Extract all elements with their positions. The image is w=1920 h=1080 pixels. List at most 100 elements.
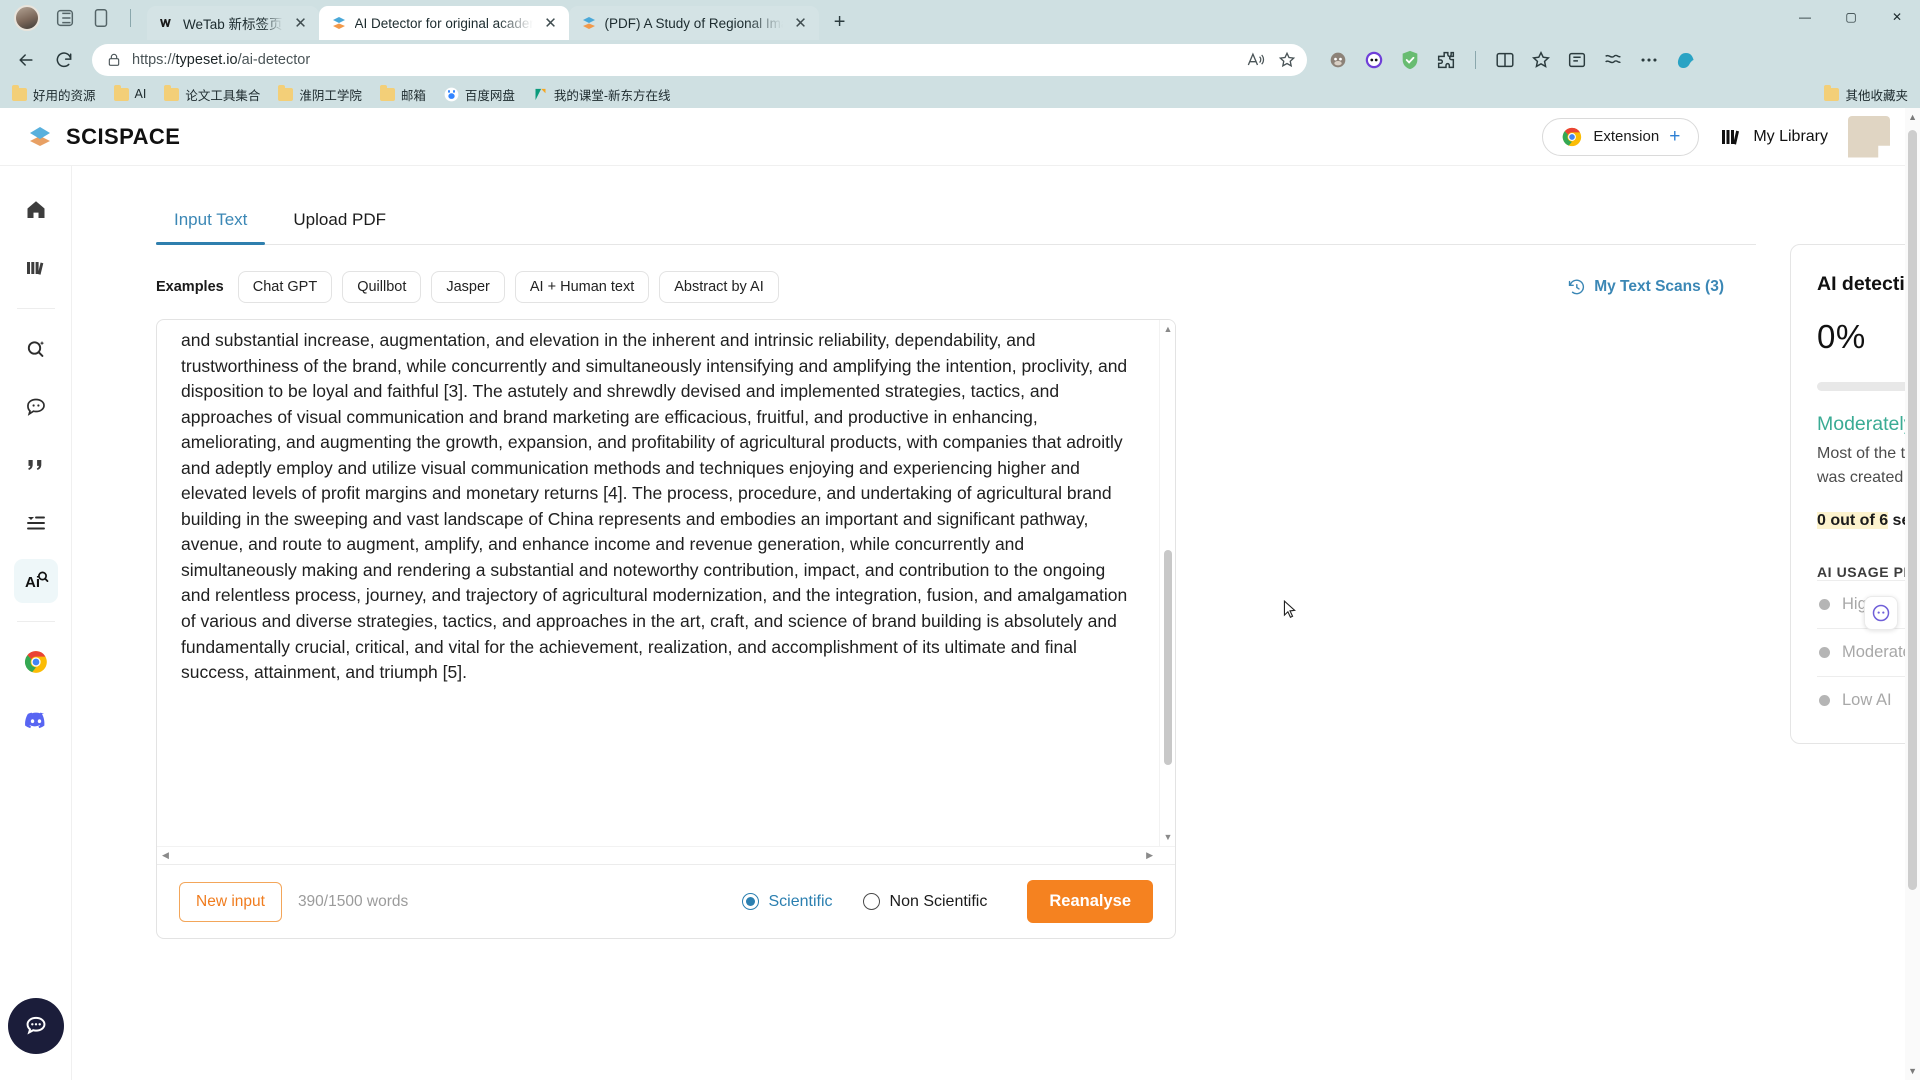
address-bar[interactable]: https://typeset.io/ai-detector <box>92 44 1307 76</box>
my-text-scans-label: My Text Scans (3) <box>1594 278 1724 295</box>
sentences-highlight: 0 out of 6 <box>1817 512 1889 529</box>
vertical-tabs-icon[interactable] <box>90 7 112 29</box>
radio-non-scientific[interactable]: Non Scientific <box>862 892 988 911</box>
star-icon[interactable] <box>1277 50 1297 70</box>
sidebar-item-citation-generator[interactable] <box>14 443 58 487</box>
sidebar-item-literature-review[interactable] <box>14 327 58 371</box>
reanalyse-button[interactable]: Reanalyse <box>1027 880 1153 923</box>
page-scroll-thumb[interactable] <box>1908 130 1917 890</box>
page-scroll-down-arrow-icon[interactable]: ▼ <box>1908 1066 1917 1076</box>
folder-icon <box>1824 84 1840 101</box>
tab-upload-pdf[interactable]: Upload PDF <box>275 200 404 244</box>
tab-close-icon[interactable]: ✕ <box>291 13 311 33</box>
scispace-logo-icon <box>30 126 50 146</box>
tab-input-text[interactable]: Input Text <box>156 200 266 245</box>
example-chip-jasper[interactable]: Jasper <box>431 271 505 303</box>
editor-scroll-thumb[interactable] <box>1164 550 1172 765</box>
sidebar-item-ai-detector[interactable]: Ai <box>13 559 58 603</box>
chat-support-button[interactable] <box>7 998 64 1054</box>
editor-footer: New input 390/1500 words Scientific Non … <box>157 864 1175 938</box>
chrome-icon <box>1562 127 1582 146</box>
bookmark-item[interactable]: AI <box>113 84 147 101</box>
sidebar-item-chat-pdf[interactable] <box>14 385 58 429</box>
svg-text:Ai: Ai <box>25 574 40 591</box>
bookmark-item[interactable]: 淮阴工学院 <box>278 84 362 104</box>
avatar[interactable] <box>1848 115 1890 158</box>
tabstrip-divider <box>130 9 131 27</box>
my-library-label: My Library <box>1753 127 1828 145</box>
example-chip-quillbot[interactable]: Quillbot <box>342 271 422 303</box>
address-bar-actions <box>1245 50 1297 70</box>
bookmark-item[interactable]: 我的课堂-新东方在线 <box>533 85 671 104</box>
other-bookmarks-folder[interactable]: 其他收藏夹 <box>1824 84 1908 104</box>
page-scroll-up-arrow-icon[interactable]: ▲ <box>1908 112 1917 122</box>
my-library-button[interactable]: My Library <box>1719 125 1828 149</box>
list-indent-icon <box>26 516 45 530</box>
browser-essentials-icon[interactable] <box>1602 49 1624 71</box>
bookmark-item[interactable]: 论文工具集合 <box>164 84 261 104</box>
bookmark-item[interactable]: 邮箱 <box>379 84 426 104</box>
browser-tab[interactable]: WeTab 新标签页 ✕ <box>147 6 319 40</box>
text-type-radio-group: Scientific Non Scientific <box>741 892 988 911</box>
tab-title: AI Detector for original academic <box>354 15 533 31</box>
page-tabs: Input Text Upload PDF <box>156 200 1756 245</box>
radio-non-scientific-label: Non Scientific <box>889 892 988 910</box>
extension-button[interactable]: Extension + <box>1542 117 1700 156</box>
adguard-shield-icon[interactable] <box>1399 49 1421 71</box>
bookmark-item[interactable]: 百度网盘 <box>444 85 515 104</box>
back-icon[interactable] <box>10 44 42 76</box>
tab-close-icon[interactable]: ✕ <box>541 13 561 33</box>
tab-search-collections-icon[interactable] <box>54 7 76 29</box>
profile-avatar-icon[interactable] <box>14 5 40 31</box>
favorites-icon[interactable] <box>1530 49 1552 71</box>
scroll-right-arrow-icon[interactable]: ▶ <box>1146 850 1153 861</box>
bookmark-label: 邮箱 <box>400 88 426 103</box>
browser-tab-active[interactable]: AI Detector for original academic ✕ <box>318 6 569 40</box>
copilot-icon[interactable] <box>1674 48 1698 72</box>
editor-horizontal-scrollbar[interactable]: ◀ ▶ <box>157 846 1175 864</box>
feedback-widget-button[interactable] <box>1864 596 1898 630</box>
bookmark-label: AI <box>134 87 147 101</box>
xdf-icon <box>535 88 546 100</box>
close-window-button[interactable]: ✕ <box>1874 0 1920 34</box>
sidebar-item-library[interactable] <box>14 246 58 290</box>
input-text-content: and substantial increase, augmentation, … <box>181 330 1128 683</box>
bookmark-label: 论文工具集合 <box>185 88 261 103</box>
example-chip-abstract-by-ai[interactable]: Abstract by AI <box>659 271 779 303</box>
split-screen-icon[interactable] <box>1494 49 1516 71</box>
read-aloud-icon[interactable] <box>1245 50 1265 70</box>
brand-logo[interactable]: SCISPACE <box>24 121 180 153</box>
reload-icon[interactable] <box>48 44 80 76</box>
monkey-extension-icon[interactable] <box>1327 49 1349 71</box>
maximize-button[interactable]: ▢ <box>1828 0 1874 34</box>
editor-vertical-scrollbar[interactable]: ▲ ▼ <box>1159 320 1175 846</box>
examples-label: Examples <box>156 279 224 295</box>
left-sidebar: Ai <box>0 166 72 1080</box>
my-text-scans-button[interactable]: My Text Scans (3) <box>1567 278 1724 297</box>
settings-more-icon[interactable] <box>1638 49 1660 71</box>
scispace-icon <box>332 17 345 29</box>
new-tab-button[interactable]: + <box>825 7 855 37</box>
scroll-left-arrow-icon[interactable]: ◀ <box>162 850 169 861</box>
probability-dot-icon <box>1819 647 1830 658</box>
collections-icon[interactable] <box>1566 49 1588 71</box>
minimize-button[interactable]: — <box>1782 0 1828 34</box>
scroll-down-arrow-icon[interactable]: ▼ <box>1162 832 1174 842</box>
browser-tab[interactable]: (PDF) A Study of Regional Image ✕ <box>568 6 819 40</box>
sidebar-item-chrome-extension[interactable] <box>14 640 58 684</box>
extensions-puzzle-icon[interactable] <box>1435 49 1457 71</box>
scroll-up-arrow-icon[interactable]: ▲ <box>1162 324 1174 334</box>
search-sparkle-icon <box>27 341 44 357</box>
bookmark-item[interactable]: 好用的资源 <box>12 84 96 104</box>
radio-scientific[interactable]: Scientific <box>741 893 833 911</box>
text-input-area[interactable]: and substantial increase, augmentation, … <box>157 320 1159 846</box>
example-chip-ai-human-text[interactable]: AI + Human text <box>514 271 650 303</box>
example-chip-chatgpt[interactable]: Chat GPT <box>237 271 333 303</box>
sidebar-item-discord[interactable] <box>14 698 58 742</box>
sidebar-item-paraphraser[interactable] <box>14 501 58 545</box>
new-input-button[interactable]: New input <box>179 881 282 922</box>
tab-close-icon[interactable]: ✕ <box>791 13 811 33</box>
sidebar-item-home[interactable] <box>14 188 58 232</box>
eyes-extension-icon[interactable] <box>1363 49 1385 71</box>
page-scrollbar[interactable]: ▲ ▼ <box>1905 108 1920 1080</box>
